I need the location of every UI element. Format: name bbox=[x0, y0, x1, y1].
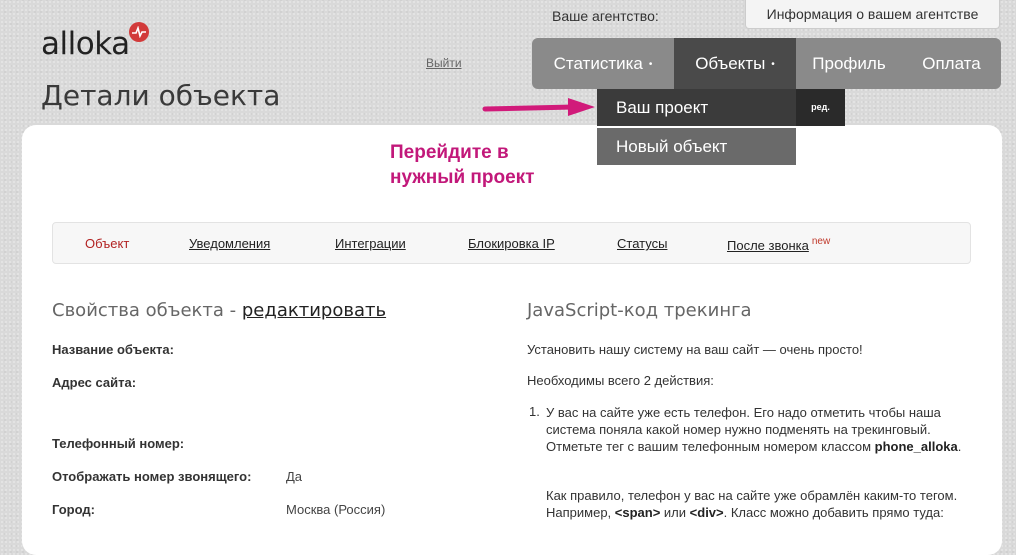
pulse-icon bbox=[129, 22, 149, 42]
annotation-hint: Перейдите в нужный проект bbox=[390, 140, 534, 190]
properties-title-text: Свойства объекта - bbox=[52, 300, 242, 321]
logo-text: alloka bbox=[41, 26, 130, 62]
tab-after-call[interactable]: После звонка new bbox=[727, 236, 830, 253]
tab-notifications[interactable]: Уведомления bbox=[189, 236, 270, 251]
agency-info-button[interactable]: Информация о вашем агентстве bbox=[745, 0, 1000, 29]
dropdown-caret-icon: • bbox=[648, 59, 653, 70]
edit-properties-link[interactable]: редактировать bbox=[242, 300, 386, 321]
prop-caller-value: Да bbox=[286, 469, 303, 484]
step-number: 1. bbox=[529, 404, 540, 419]
tab-after-call-label: После звонка bbox=[727, 238, 809, 253]
step-1-text: У вас на сайте уже есть телефон. Его над… bbox=[546, 404, 966, 455]
nav-objects[interactable]: Объекты • bbox=[674, 38, 796, 89]
prop-phone-label: Телефонный номер: bbox=[52, 436, 185, 451]
nav-objects-label: Объекты bbox=[695, 54, 766, 73]
tab-ip-block[interactable]: Блокировка IP bbox=[468, 236, 555, 251]
prop-name-label: Название объекта: bbox=[52, 342, 174, 357]
dropdown-caret-icon: • bbox=[771, 59, 775, 70]
step-1-end: . bbox=[957, 439, 962, 454]
nav-profile[interactable]: Профиль bbox=[796, 38, 902, 89]
objects-dropdown: Ваш проект ред. Новый объект bbox=[597, 89, 845, 165]
tab-integrations[interactable]: Интеграции bbox=[335, 236, 406, 251]
new-badge: new bbox=[811, 236, 831, 247]
dropdown-item-project[interactable]: Ваш проект bbox=[597, 89, 796, 126]
js-intro: Установить нашу систему на ваш сайт — оч… bbox=[527, 342, 863, 357]
hint-line-1: Перейдите в bbox=[390, 142, 509, 163]
step-1-note: Как правило, телефон у вас на сайте уже … bbox=[546, 487, 966, 521]
logout-link[interactable]: Выйти bbox=[426, 56, 462, 70]
properties-title: Свойства объекта - редактировать bbox=[52, 300, 386, 321]
tag-span: <span> bbox=[614, 505, 661, 520]
annotation-arrow-icon bbox=[482, 98, 595, 116]
prop-city-value: Москва (Россия) bbox=[286, 502, 386, 517]
page-title: Детали объекта bbox=[41, 79, 281, 112]
agency-label: Ваше агентство: bbox=[552, 8, 659, 24]
dropdown-edit-button[interactable]: ред. bbox=[796, 89, 845, 126]
prop-site-label: Адрес сайта: bbox=[52, 375, 137, 390]
nav-payment[interactable]: Оплата bbox=[902, 38, 1001, 89]
tab-statuses[interactable]: Статусы bbox=[617, 236, 667, 251]
class-name: phone_alloka bbox=[874, 439, 958, 454]
js-tracking-title: JavaScript-код трекинга bbox=[527, 300, 752, 321]
js-steps-intro: Необходимы всего 2 действия: bbox=[527, 373, 714, 388]
hint-line-2: нужный проект bbox=[390, 167, 535, 188]
main-nav: Статистика • Объекты • Профиль Оплата bbox=[532, 38, 1001, 89]
tag-div: <div> bbox=[689, 505, 724, 520]
note-or: или bbox=[660, 505, 690, 520]
prop-caller-label: Отображать номер звонящего: bbox=[52, 469, 252, 484]
dropdown-project-row: Ваш проект ред. bbox=[597, 89, 845, 126]
prop-city-label: Город: bbox=[52, 502, 95, 517]
nav-statistics-label: Статистика bbox=[553, 54, 643, 73]
dropdown-item-new-object[interactable]: Новый объект bbox=[597, 128, 796, 165]
tab-object[interactable]: Объект bbox=[85, 236, 129, 251]
note-part-b: . Класс можно добавить прямо туда: bbox=[723, 505, 944, 520]
object-tabs: Объект Уведомления Интеграции Блокировка… bbox=[52, 222, 971, 264]
alloka-logo[interactable]: alloka bbox=[41, 22, 149, 66]
nav-statistics[interactable]: Статистика • bbox=[532, 38, 674, 89]
